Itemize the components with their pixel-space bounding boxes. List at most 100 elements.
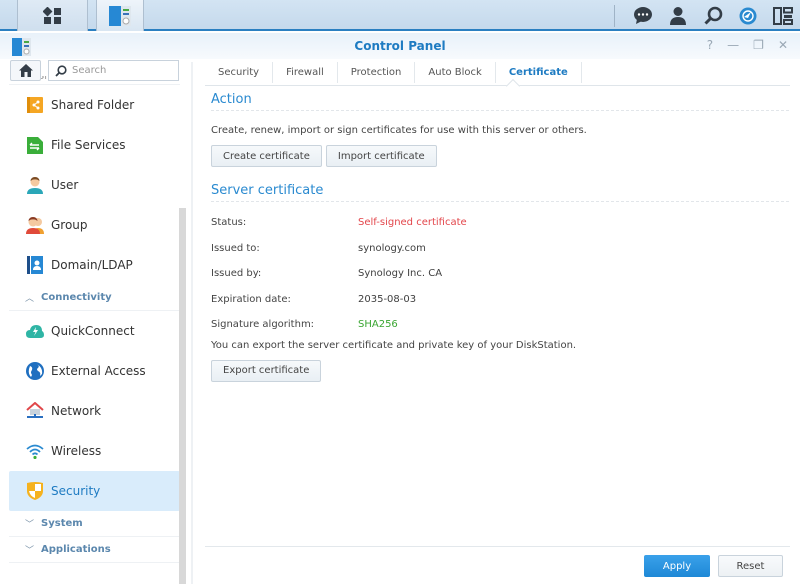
home-button[interactable] [10,60,41,81]
issued-to-value: synology.com [358,242,426,254]
footer-divider [205,546,790,547]
user-icon [27,177,43,194]
main-menu-button[interactable] [17,0,88,31]
shared-folder-icon [27,97,43,113]
issued-to-label: Issued to: [211,242,260,254]
search-placeholder: Search [72,65,107,76]
sidebar-item-label: Wireless [51,444,102,458]
minimize-button[interactable]: — [727,38,739,52]
issued-by-value: Synology Inc. CA [358,268,443,280]
status-label: Status: [211,217,247,229]
sidebar-item-label: Network [51,404,102,418]
widgets-button[interactable] [772,5,794,27]
restore-button[interactable]: ❐ [753,38,764,52]
issued-by-row: Issued by: Synology Inc. CA [211,261,791,287]
tab-auto-block[interactable]: Auto Block [415,62,496,83]
status-value: Self-signed certificate [358,217,467,229]
domain-ldap-icon [27,256,43,274]
tab-security[interactable]: Security [205,62,274,83]
section-label: Applications [41,544,111,555]
pane-divider [191,62,193,584]
signature-algorithm-label: Signature algorithm: [211,319,315,331]
pilot-icon [739,7,757,24]
wifi-icon [26,444,44,459]
export-certificate-button[interactable]: Export certificate [211,359,322,382]
notifications-button[interactable] [632,5,654,27]
help-button[interactable]: ? [707,38,713,52]
sidebar-item-quickconnect[interactable]: QuickConnect [9,311,180,351]
chevron-down-icon: ﹀ [25,546,35,556]
shield-icon [27,482,43,500]
sidebar-section-system[interactable]: ﹀ System [9,511,180,537]
sidebar-list: File Sharing Shared Folder File Services… [0,76,180,584]
sidebar-item-wireless[interactable]: Wireless [9,431,180,471]
import-certificate-button[interactable]: Import certificate [325,145,437,167]
group-icon [26,217,44,234]
section-label: System [41,518,83,529]
sidebar-section-applications[interactable]: ﹀ Applications [9,537,180,563]
sidebar-item-external-access[interactable]: External Access [9,351,180,391]
action-heading: Action [211,92,789,111]
chat-bubble-icon [634,7,652,24]
grid-icon [42,6,61,24]
sidebar: File Sharing Shared Folder File Services… [0,59,192,584]
sidebar-item-label: Shared Folder [51,98,135,112]
quickconnect-icon [26,325,44,338]
widgets-icon [773,6,793,25]
tab-protection[interactable]: Protection [338,62,416,83]
expiration-date-row: Expiration date: 2035-08-03 [211,287,791,313]
sidebar-item-label: User [51,178,79,192]
sidebar-section-connectivity[interactable]: ︿ Connectivity [9,285,180,311]
apply-button[interactable]: Apply [644,555,710,577]
sidebar-item-group[interactable]: Group [9,205,180,245]
status-row: Status: Self-signed certificate [211,210,791,236]
taskbar [0,0,800,31]
window-titlebar[interactable]: Control Panel ? — ❐ ✕ [0,33,800,59]
issued-to-row: Issued to: synology.com [211,236,791,262]
sidebar-item-label: File Services [51,138,126,152]
sidebar-item-label: External Access [51,364,146,378]
globe-icon [26,362,44,380]
sidebar-item-security[interactable]: Security [9,471,180,511]
window-title: Control Panel [354,39,446,53]
signature-algorithm-value: SHA256 [358,319,398,331]
taskbar-separator [614,4,615,27]
control-panel-taskbar-button[interactable] [96,0,144,31]
tab-bar: Security Firewall Protection Auto Block … [205,59,790,86]
close-button[interactable]: ✕ [778,38,788,52]
sidebar-item-shared-folder[interactable]: Shared Folder [9,85,180,125]
action-description: Create, renew, import or sign certificat… [211,125,587,136]
tab-certificate[interactable]: Certificate [496,62,582,83]
user-icon [670,7,686,25]
file-services-icon [27,136,43,154]
issued-by-label: Issued by: [211,268,262,280]
user-options-button[interactable] [667,5,689,27]
network-icon [26,402,44,418]
server-certificate-heading: Server certificate [211,183,789,202]
sidebar-scrollbar[interactable] [179,208,186,584]
expiration-date-value: 2035-08-03 [358,293,417,305]
home-icon [18,64,33,77]
export-note: You can export the server certificate an… [211,339,577,351]
signature-algorithm-row: Signature algorithm: SHA256 [211,312,791,338]
certificate-panel: Action Create, renew, import or sign cer… [211,92,791,382]
sidebar-item-file-services[interactable]: File Services [9,125,180,165]
sidebar-item-label: Domain/LDAP [51,258,133,272]
sidebar-item-label: QuickConnect [51,324,135,338]
sidebar-item-label: Group [51,218,88,232]
control-panel-icon [109,5,131,26]
chevron-up-icon: ︿ [25,294,35,304]
sidebar-item-domain-ldap[interactable]: Domain/LDAP [9,245,180,285]
search-icon [703,6,722,25]
create-certificate-button[interactable]: Create certificate [211,145,322,167]
sidebar-item-label: Security [51,484,101,498]
sidebar-item-network[interactable]: Network [9,391,180,431]
reset-button[interactable]: Reset [718,555,783,577]
sidebar-item-user[interactable]: User [9,165,180,205]
search-input[interactable]: Search [48,60,179,81]
search-icon [55,64,67,77]
chevron-down-icon: ﹀ [25,520,35,530]
pilot-view-button[interactable] [737,5,759,27]
tab-firewall[interactable]: Firewall [273,62,338,83]
search-button[interactable] [702,5,724,27]
